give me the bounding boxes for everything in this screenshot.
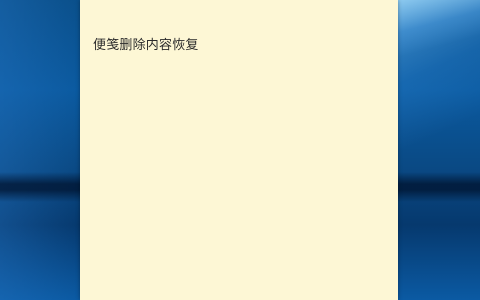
wallpaper-light-ray xyxy=(398,0,480,60)
desktop-background: 便笺删除内容恢复 xyxy=(0,0,480,300)
sticky-note-text[interactable]: 便笺删除内容恢复 xyxy=(93,34,199,53)
sticky-note-window[interactable]: 便笺删除内容恢复 xyxy=(80,0,398,300)
wallpaper-glow-left xyxy=(0,0,80,300)
